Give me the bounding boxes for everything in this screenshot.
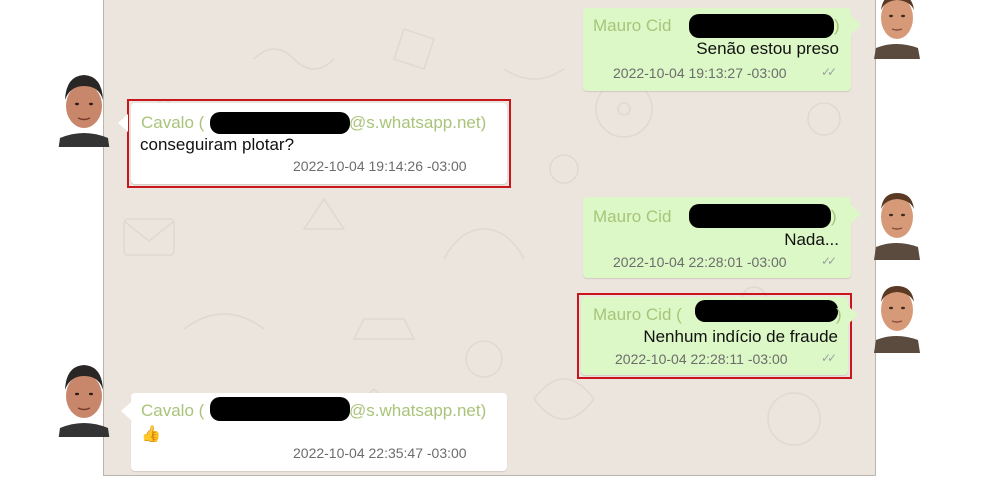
- sender-name: Cavalo (: [141, 113, 205, 132]
- sender-name-suffix: ): [831, 207, 837, 226]
- message-timestamp: 2022-10-04 22:28:11 -03:00: [615, 351, 788, 367]
- sender-name-suffix: ): [836, 305, 842, 324]
- message-bubble-outgoing[interactable]: Mauro Cid ( ) Nenhum indício de fraude 2…: [581, 297, 848, 375]
- sender-name: Mauro Cid: [593, 207, 672, 226]
- redacted-phone-number: [210, 112, 350, 134]
- bubble-tail: [851, 205, 861, 223]
- message-timestamp: 2022-10-04 22:28:01 -03:00: [613, 254, 787, 270]
- avatar-mauro-cid: [866, 268, 926, 353]
- screenshot-page: Mauro Cid ) Senão estou preso 2022-10-04…: [0, 0, 1000, 496]
- avatar-cavalo: [54, 62, 114, 147]
- redacted-phone-number: [689, 204, 831, 228]
- sender-name-suffix: @s.whatsapp.net): [349, 401, 487, 420]
- sender-name-suffix: ): [834, 16, 840, 35]
- redacted-phone-number: [695, 300, 838, 322]
- sender-name-suffix: @s.whatsapp.net): [349, 113, 487, 132]
- avatar-cavalo: [54, 352, 114, 437]
- message-text: Nada...: [784, 230, 839, 249]
- bubble-tail: [118, 114, 128, 132]
- redacted-phone-number: [210, 397, 350, 421]
- bubble-tail: [121, 402, 131, 420]
- message-bubble-outgoing[interactable]: Mauro Cid ) Senão estou preso 2022-10-04…: [583, 8, 861, 91]
- message-bubble-outgoing[interactable]: Mauro Cid ) Nada... 2022-10-04 22:28:01 …: [583, 197, 861, 278]
- message-timestamp: 2022-10-04 19:13:27 -03:00: [613, 65, 787, 81]
- redacted-phone-number: [689, 14, 834, 38]
- sender-name: Cavalo (: [141, 401, 205, 420]
- sender-name: Mauro Cid (: [593, 305, 682, 324]
- message-bubble-incoming[interactable]: Cavalo ( @s.whatsapp.net) 👍 2022-10-04 2…: [131, 393, 507, 471]
- read-receipt-icon: ✓✓: [821, 351, 837, 365]
- message-timestamp: 2022-10-04 19:14:26 -03:00: [293, 158, 467, 174]
- message-bubble-incoming[interactable]: Cavalo ( @s.whatsapp.net) conseguiram pl…: [131, 103, 507, 184]
- read-receipt-icon: ✓✓: [821, 254, 837, 268]
- bubble-tail: [851, 16, 861, 34]
- message-text: conseguiram plotar?: [140, 135, 295, 154]
- message-text: Senão estou preso: [696, 39, 839, 58]
- read-receipt-icon: ✓✓: [821, 65, 837, 79]
- avatar-mauro-cid: [866, 175, 926, 260]
- message-timestamp: 2022-10-04 22:35:47 -03:00: [293, 445, 467, 461]
- avatar-mauro-cid: [866, 0, 926, 59]
- bubble-tail: [848, 306, 858, 324]
- thumbs-up-emoji: 👍: [141, 426, 161, 443]
- message-text: Nenhum indício de fraude: [643, 327, 838, 346]
- sender-name: Mauro Cid: [593, 16, 672, 35]
